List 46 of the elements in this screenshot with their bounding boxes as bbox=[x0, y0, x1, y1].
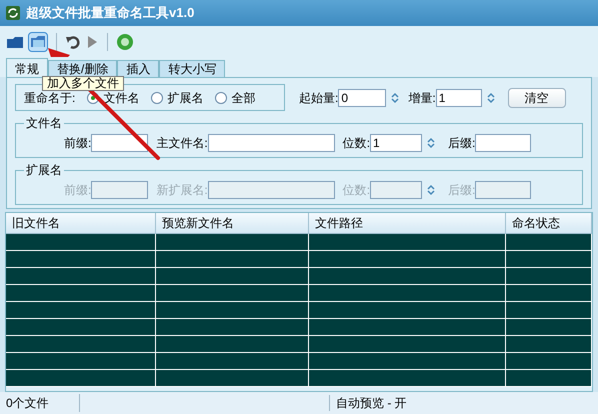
spinner-icon[interactable] bbox=[486, 90, 496, 104]
rename-label: 重命名于: bbox=[24, 90, 76, 106]
spinner-icon[interactable] bbox=[390, 90, 400, 104]
spinner-icon[interactable] bbox=[426, 182, 436, 196]
app-icon bbox=[6, 6, 20, 20]
input-field[interactable] bbox=[475, 134, 532, 152]
start-label: 起始量: bbox=[299, 90, 338, 106]
folder-button[interactable] bbox=[28, 32, 48, 52]
undo-icon[interactable] bbox=[65, 34, 81, 50]
window-title: 超级文件批量重命名工具v1.0 bbox=[26, 4, 194, 22]
tab[interactable]: 常规 bbox=[6, 58, 48, 77]
radio-button[interactable] bbox=[151, 92, 164, 104]
field-label: 前缀: bbox=[64, 134, 92, 152]
column-header[interactable]: 文件路径 bbox=[309, 213, 506, 233]
step-label: 增量: bbox=[408, 90, 436, 106]
field-label: 后缀: bbox=[448, 134, 476, 152]
column-header[interactable]: 命名状态 bbox=[506, 213, 592, 233]
tab[interactable]: 插入 bbox=[117, 60, 160, 77]
step-field[interactable]: 1 bbox=[436, 88, 482, 106]
spinner-icon[interactable] bbox=[426, 136, 436, 150]
field-label: 位数: bbox=[342, 134, 370, 152]
group-title: 文件名 bbox=[24, 115, 64, 131]
column-header[interactable]: 旧文件名 bbox=[6, 213, 156, 233]
field-label: 主文件名: bbox=[156, 134, 208, 152]
folder-icon[interactable] bbox=[6, 34, 24, 48]
status-text: 0个文件 bbox=[0, 394, 80, 412]
radio-label: 扩展名 bbox=[167, 90, 204, 106]
input-field[interactable] bbox=[208, 134, 335, 152]
radio-button[interactable] bbox=[215, 92, 228, 104]
radio-label: 文件名 bbox=[103, 90, 140, 106]
start-field[interactable]: 0 bbox=[338, 88, 386, 106]
field-label: 后缀: bbox=[448, 182, 476, 198]
folders-icon bbox=[30, 35, 46, 48]
input-field[interactable]: 1 bbox=[370, 134, 422, 152]
clear-button[interactable]: 清空 bbox=[508, 88, 566, 108]
column-header[interactable]: 预览新文件名 bbox=[156, 213, 309, 233]
field-label: 新扩展名: bbox=[156, 182, 208, 198]
field-label: 前缀: bbox=[64, 182, 92, 198]
radio-label: 全部 bbox=[231, 90, 256, 106]
input-field[interactable] bbox=[91, 134, 148, 152]
group-title: 扩展名 bbox=[24, 162, 64, 178]
tab[interactable]: 转大小写 bbox=[159, 60, 226, 77]
field-label: 位数: bbox=[342, 182, 370, 198]
tooltip: 加入多个文件 bbox=[42, 76, 124, 91]
tab[interactable]: 替换/删除 bbox=[48, 60, 118, 77]
status-text: 自动预览 - 开 bbox=[335, 395, 408, 412]
